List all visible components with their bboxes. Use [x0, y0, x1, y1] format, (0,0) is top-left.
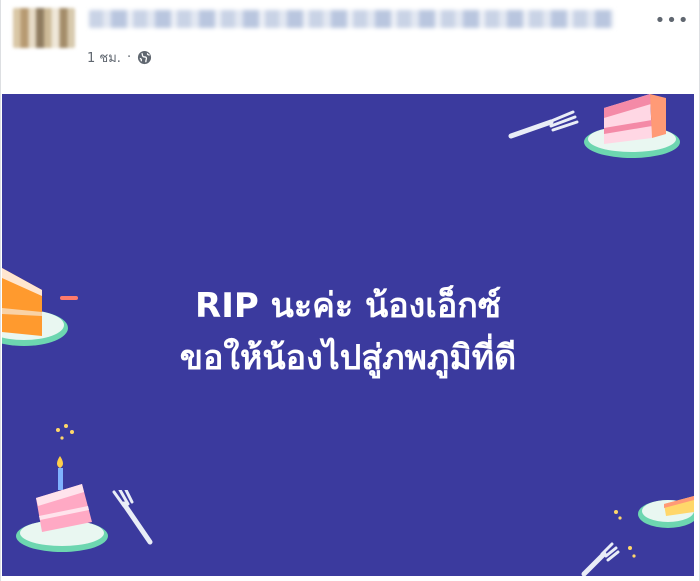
sparkle-icon — [56, 424, 74, 440]
birthday-cake-icon — [16, 456, 108, 552]
banner-headline: RIP นะค่ะ น้องเอ็กซ์ ขอให้น้องไปสู่ภพภูม… — [2, 280, 694, 384]
fork-icon — [508, 110, 579, 139]
globe-icon[interactable] — [137, 50, 152, 65]
more-options-icon: ••• — [654, 9, 690, 31]
author-name-blurred[interactable] — [89, 10, 614, 28]
fork-icon — [112, 490, 153, 545]
post-meta: 1 ชม. · — [87, 47, 152, 67]
post-banner: RIP นะค่ะ น้องเอ็กซ์ ขอให้น้องไปสู่ภพภูม… — [2, 94, 694, 576]
more-options-button[interactable]: ••• — [655, 10, 689, 31]
headline-line-1: RIP นะค่ะ น้องเอ็กซ์ — [195, 286, 501, 326]
cake-slice-icon — [584, 94, 680, 158]
facebook-post: 1 ชม. · ••• RIP นะค่ะ น้องเอ็กซ์ ขอให้น้… — [0, 0, 700, 581]
fork-icon — [581, 542, 620, 576]
avatar[interactable] — [13, 8, 75, 48]
cake-slice-icon — [638, 496, 694, 528]
meta-separator: · — [126, 49, 132, 65]
post-timestamp[interactable]: 1 ชม. — [87, 47, 121, 68]
headline-line-2: ขอให้น้องไปสู่ภพภูมิที่ดี — [179, 338, 517, 378]
